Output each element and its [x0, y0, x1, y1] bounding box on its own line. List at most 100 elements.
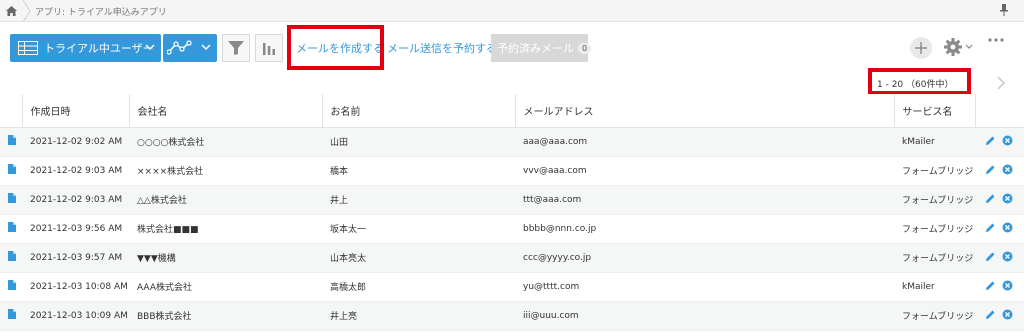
cell-name: 坂本太一: [322, 214, 515, 244]
breadcrumb-bar: アプリ: トライアル申込みアプリ: [0, 0, 1024, 22]
pencil-icon: [986, 310, 995, 319]
close-icon: [1002, 193, 1013, 203]
add-record-button[interactable]: [910, 37, 932, 59]
scheduled-count-badge: 0: [578, 42, 592, 54]
delete-button[interactable]: [1002, 135, 1013, 149]
document-icon: [8, 251, 16, 261]
pencil-icon: [986, 281, 995, 290]
table-header-row: 作成日時 会社名 お名前 メールアドレス サービス名: [0, 94, 1024, 128]
document-icon: [8, 164, 16, 174]
gear-icon: [944, 38, 962, 56]
table-row: 2021-12-03 9:56 AM 株式会社■■■ 坂本太一 bbbb@nnn.co…: [0, 214, 1024, 244]
filter-icon: [228, 41, 244, 55]
row-actions: [975, 127, 1024, 157]
delete-button[interactable]: [1002, 309, 1013, 323]
record-detail-link[interactable]: [0, 156, 22, 186]
record-detail-link[interactable]: [0, 301, 22, 331]
close-icon: [1002, 164, 1013, 174]
pencil-icon: [986, 194, 995, 203]
document-icon: [8, 309, 16, 319]
cell-service: フォームブリッジ: [894, 301, 975, 331]
row-actions: [975, 156, 1024, 186]
view-select-label: トライアル中ユーザー: [44, 42, 154, 55]
header-created[interactable]: 作成日時: [22, 94, 130, 128]
chevron-down-icon: [201, 44, 211, 51]
cell-company: ○○○○株式会社: [129, 127, 322, 157]
pencil-icon: [986, 165, 995, 174]
edit-button[interactable]: [985, 193, 996, 207]
cell-service: フォームブリッジ: [894, 156, 975, 186]
cell-created: 2021-12-03 9:56 AM: [22, 214, 129, 244]
header-name[interactable]: お名前: [322, 94, 516, 128]
edit-button[interactable]: [985, 222, 996, 236]
record-detail-link[interactable]: [0, 214, 22, 244]
chevron-down-icon: [145, 44, 155, 51]
home-button[interactable]: [0, 0, 22, 22]
table-row: 2021-12-02 9:03 AM ××××株式会社 橋本 vvv@aaa.com フ…: [0, 156, 1024, 186]
chevron-down-icon: [965, 44, 973, 49]
delete-button[interactable]: [1002, 222, 1013, 236]
cell-service: kMailer: [894, 272, 975, 302]
edit-button[interactable]: [985, 164, 996, 178]
close-icon: [1002, 135, 1013, 145]
records-table: 作成日時 会社名 お名前 メールアドレス サービス名 2021-12-02 9:…: [0, 94, 1024, 331]
delete-button[interactable]: [1002, 280, 1013, 294]
edit-button[interactable]: [985, 135, 996, 149]
graph-select[interactable]: [163, 34, 217, 62]
cell-company: ××××株式会社: [129, 156, 322, 186]
breadcrumb-separator: [22, 0, 31, 22]
scheduled-mail-label: 予約済みメール: [497, 42, 574, 55]
home-icon: [5, 6, 17, 16]
cell-service: フォームブリッジ: [894, 243, 975, 273]
cell-created: 2021-12-02 9:02 AM: [22, 127, 129, 157]
header-email[interactable]: メールアドレス: [515, 94, 895, 128]
cell-email: ccc@yyyy.co.jp: [515, 243, 894, 273]
cell-name: 橋本: [322, 156, 515, 186]
table-row: 2021-12-02 9:02 AM ○○○○株式会社 山田 aaa@aaa.com k…: [0, 127, 1024, 157]
edit-button[interactable]: [985, 251, 996, 265]
row-actions: [975, 301, 1024, 331]
next-page-icon[interactable]: [996, 76, 1006, 90]
delete-button[interactable]: [1002, 251, 1013, 265]
cell-created: 2021-12-03 10:09 AM: [22, 301, 129, 331]
cell-email: bbbb@nnn.co.jp: [515, 214, 894, 244]
scheduled-mail-button[interactable]: 予約済みメール 0: [491, 34, 592, 62]
breadcrumb-app-link[interactable]: アプリ: トライアル申込みアプリ: [35, 5, 167, 18]
record-detail-link[interactable]: [0, 127, 22, 157]
table-view-icon: [18, 41, 38, 55]
schedule-mail-button[interactable]: メール送信を予約する: [387, 34, 497, 62]
header-company[interactable]: 会社名: [129, 94, 323, 128]
cell-company: BBB株式会社: [129, 301, 322, 331]
cell-email: iii@uuu.com: [515, 301, 894, 331]
edit-button[interactable]: [985, 309, 996, 323]
pencil-icon: [986, 252, 995, 261]
cell-created: 2021-12-03 9:57 AM: [22, 243, 129, 273]
record-detail-link[interactable]: [0, 272, 22, 302]
pagination-text: 1 - 20 （60件中）: [877, 80, 954, 90]
header-icon-col: [0, 94, 23, 128]
view-select[interactable]: トライアル中ユーザー: [10, 34, 161, 62]
cell-name: 高橋太郎: [322, 272, 515, 302]
chart-button[interactable]: [255, 34, 283, 62]
close-icon: [1002, 280, 1013, 290]
cell-email: ttt@aaa.com: [515, 185, 894, 215]
filter-button[interactable]: [222, 34, 250, 62]
table-row: 2021-12-03 10:09 AM BBB株式会社 井上亮 iii@uuu.com…: [0, 301, 1024, 331]
cell-company: 株式会社■■■: [129, 214, 322, 244]
edit-button[interactable]: [985, 280, 996, 294]
settings-button[interactable]: [944, 38, 973, 56]
more-options-button[interactable]: [988, 38, 1004, 42]
bar-chart-icon: [263, 43, 275, 55]
header-service[interactable]: サービス名: [894, 94, 976, 128]
record-detail-link[interactable]: [0, 243, 22, 273]
delete-button[interactable]: [1002, 164, 1013, 178]
pin-icon[interactable]: [1000, 4, 1008, 16]
cell-service: フォームブリッジ: [894, 214, 975, 244]
cell-company: AAA株式会社: [129, 272, 322, 302]
delete-button[interactable]: [1002, 193, 1013, 207]
document-icon: [8, 193, 16, 203]
row-actions: [975, 214, 1024, 244]
record-detail-link[interactable]: [0, 185, 22, 215]
close-icon: [1002, 309, 1013, 319]
ellipsis-icon: [988, 38, 1004, 42]
